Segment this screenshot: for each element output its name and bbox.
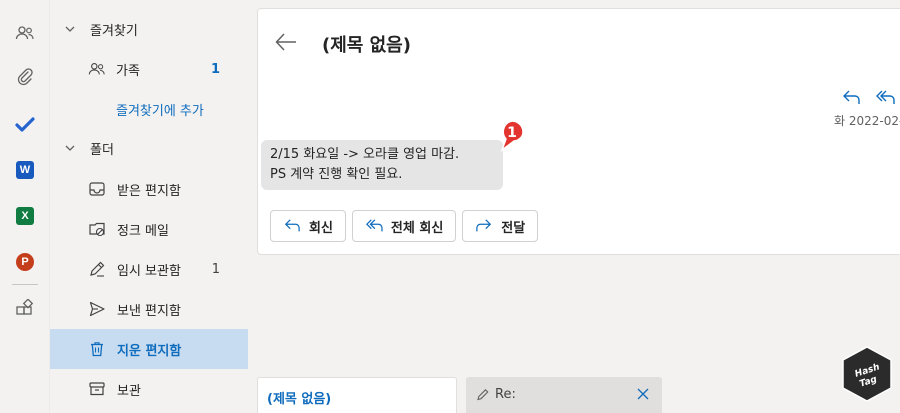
body-line: PS 계약 진행 확인 필요.: [270, 167, 403, 182]
apps-icon[interactable]: [13, 297, 37, 321]
excel-icon[interactable]: X: [13, 204, 37, 228]
forward-label: 전달: [501, 220, 526, 236]
pencil-icon: [90, 261, 105, 277]
inbox-icon: [89, 182, 105, 196]
reply-all-label: 전체 회신: [390, 220, 444, 236]
sidebar-item-family[interactable]: 가족 1: [50, 49, 248, 89]
reply-button[interactable]: 회신: [270, 210, 346, 242]
body-line: 2/15 화요일 -> 오라클 영업 마감.: [270, 147, 460, 162]
sidebar-item-deleted[interactable]: 지운 편지함: [50, 329, 248, 369]
sidebar-item-inbox[interactable]: 받은 편지함: [50, 169, 248, 209]
sidebar-item-junk[interactable]: 정크 메일: [50, 209, 248, 249]
message-date: 화 2022-02-: [834, 114, 900, 128]
reply-all-icon[interactable]: [875, 89, 895, 107]
chevron-down-icon: [65, 26, 75, 32]
sidebar-item-archive[interactable]: 보관: [50, 369, 248, 409]
action-bar: 회신 전체 회신 전달: [270, 210, 539, 242]
sidebar-item-label: 보낸 편지함: [117, 303, 181, 319]
tab-label: Re:: [495, 387, 516, 402]
folders-header[interactable]: 폴더: [50, 128, 248, 168]
message-subject: (제목 없음): [322, 35, 411, 56]
powerpoint-icon[interactable]: P: [13, 250, 37, 274]
add-to-favorites-link[interactable]: 즐겨찾기에 추가: [116, 100, 204, 119]
sidebar-item-label: 받은 편지함: [117, 183, 181, 199]
trash-icon: [91, 342, 103, 357]
people-icon: [88, 63, 105, 75]
marker-number: 1: [507, 125, 517, 141]
sidebar-item-label: 정크 메일: [117, 223, 169, 239]
close-icon[interactable]: [636, 387, 650, 401]
forward-icon: [476, 219, 492, 232]
folder-pane: 즐겨찾기 가족 1 즐겨찾기에 추가 폴더 받은 편지함 정크 메일 임시 보관…: [50, 0, 248, 413]
favorites-label: 즐겨찾기: [90, 23, 138, 39]
todo-check-icon[interactable]: [13, 113, 37, 137]
draft-count: 1: [211, 261, 220, 277]
tab-label: (제목 없음): [267, 392, 332, 407]
chevron-down-icon: [65, 145, 75, 151]
step-marker-icon: 1: [500, 120, 524, 153]
reply-all-button[interactable]: 전체 회신: [351, 210, 457, 242]
reply-icon[interactable]: [841, 89, 861, 107]
sidebar-item-label: 임시 보관함: [117, 263, 181, 279]
tab-no-subject[interactable]: (제목 없음): [257, 377, 457, 413]
sidebar-item-label: 보관: [117, 383, 141, 399]
reading-pane: (제목 없음) 화 2022-02- 2/15 화요일 -> 오라클 영업 마감…: [257, 8, 900, 255]
reply-label: 회신: [309, 220, 333, 236]
reply-icon: [284, 219, 300, 232]
sidebar-item-sent[interactable]: 보낸 편지함: [50, 289, 248, 329]
favorites-header[interactable]: 즐겨찾기: [50, 9, 248, 49]
sidebar-item-drafts[interactable]: 임시 보관함 1: [50, 249, 248, 289]
tab-reply-draft[interactable]: Re:: [466, 377, 662, 413]
rail-divider: [12, 284, 38, 285]
back-arrow-icon[interactable]: [274, 31, 298, 53]
unread-count: 1: [210, 61, 220, 77]
archive-icon: [89, 382, 105, 396]
word-icon[interactable]: W: [13, 158, 37, 182]
paperclip-icon[interactable]: [13, 65, 37, 89]
hashtag-watermark-logo: Hash Tag: [842, 346, 892, 402]
send-icon: [89, 301, 105, 317]
reply-all-icon: [365, 219, 383, 232]
folders-label: 폴더: [90, 142, 114, 158]
forward-button[interactable]: 전달: [462, 210, 539, 242]
app-rail: W X P: [0, 0, 50, 413]
sidebar-item-label: 가족: [116, 63, 140, 79]
people-icon[interactable]: [13, 21, 37, 45]
message-body: 2/15 화요일 -> 오라클 영업 마감. PS 계약 진행 확인 필요.: [261, 140, 503, 190]
junk-folder-icon: [89, 222, 105, 237]
pencil-icon: [477, 389, 489, 401]
sidebar-item-label: 지운 편지함: [117, 343, 182, 359]
